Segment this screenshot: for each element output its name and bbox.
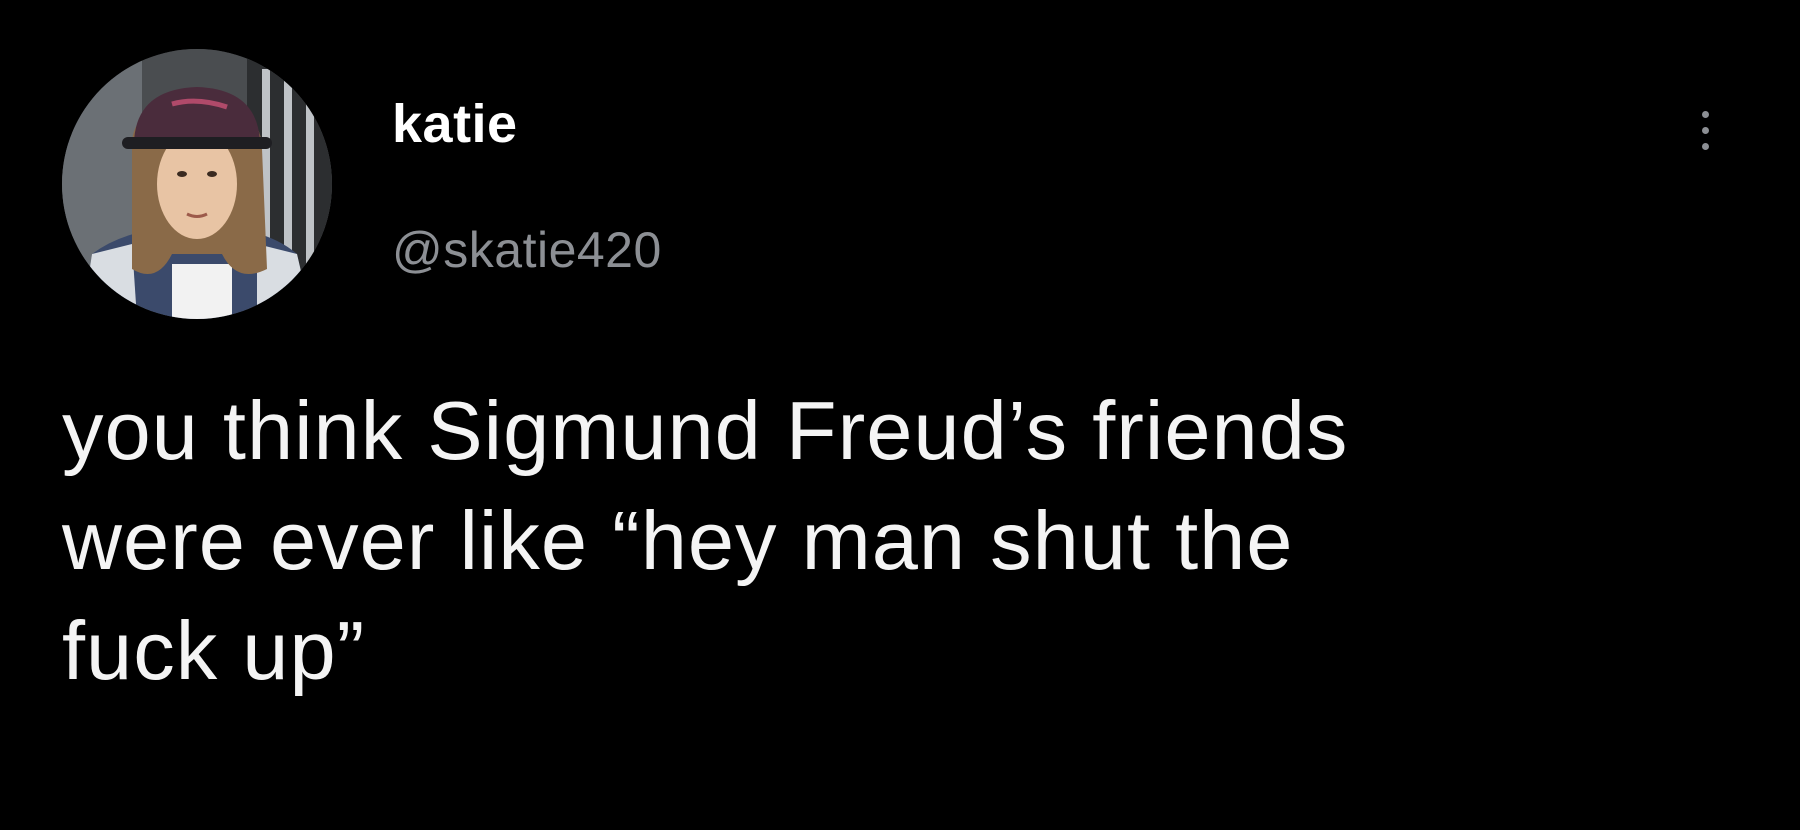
more-vertical-icon xyxy=(1701,142,1709,150)
avatar[interactable] xyxy=(62,49,332,319)
user-handle[interactable]: @skatie420 xyxy=(392,220,662,280)
tweet-text-line: were ever like “hey man shut the xyxy=(62,494,1294,587)
more-options-button[interactable] xyxy=(1680,90,1730,170)
tweet-text: you think Sigmund Freud’s friends were e… xyxy=(62,376,1742,706)
tweet-text-line: you think Sigmund Freud’s friends xyxy=(62,384,1349,477)
tweet-text-line: fuck up” xyxy=(62,604,366,697)
tweet-card: katie @skatie420 you think Sigmund Freud… xyxy=(0,0,1800,830)
more-vertical-icon xyxy=(1701,110,1709,118)
display-name[interactable]: katie xyxy=(392,92,518,156)
avatar-photo xyxy=(62,49,332,319)
more-vertical-icon xyxy=(1701,126,1709,134)
